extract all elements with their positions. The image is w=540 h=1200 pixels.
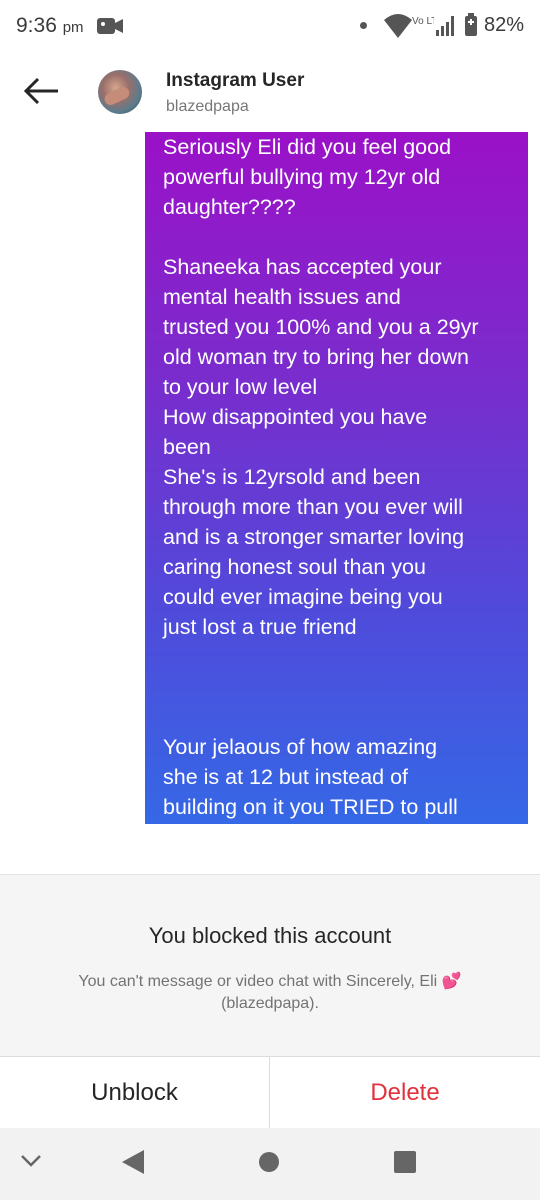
chat-header: Instagram User blazedpapa: [0, 52, 540, 132]
chevron-down-icon[interactable]: [20, 1154, 42, 1168]
blocked-notice: You blocked this account You can't messa…: [0, 874, 540, 1057]
back-arrow-icon[interactable]: [22, 76, 60, 106]
signal-icon: [436, 16, 454, 36]
message-bubble[interactable]: Seriously Eli did you feel good powerful…: [145, 132, 528, 824]
video-camera-icon: [97, 18, 123, 34]
message-text: Seriously Eli did you feel good powerful…: [163, 135, 479, 819]
system-nav-bar: [0, 1128, 540, 1200]
contact-name[interactable]: Instagram User: [166, 70, 304, 92]
status-bar: 9:36 pm Vo LTE 82%: [0, 0, 540, 52]
blocked-actions: Unblock Delete: [0, 1056, 540, 1129]
contact-username[interactable]: blazedpapa: [166, 98, 249, 116]
status-time: 9:36 pm: [16, 14, 84, 37]
home-circle-icon[interactable]: [258, 1151, 280, 1173]
delete-button[interactable]: Delete: [270, 1057, 540, 1129]
recents-square-icon[interactable]: [394, 1151, 416, 1173]
avatar[interactable]: [98, 70, 142, 114]
notification-dot: [360, 22, 367, 29]
unblock-button[interactable]: Unblock: [0, 1057, 269, 1129]
blocked-subtitle: You can't message or video chat with Sin…: [78, 973, 462, 1012]
wifi-icon: Vo LTE: [384, 14, 434, 38]
blocked-title: You blocked this account: [148, 923, 392, 948]
back-triangle-icon[interactable]: [122, 1150, 144, 1174]
hearts-emoji: 💕: [441, 973, 462, 990]
battery-icon: [465, 13, 477, 36]
battery-percentage: 82%: [484, 14, 525, 36]
svg-text:Vo LTE: Vo LTE: [412, 16, 434, 27]
